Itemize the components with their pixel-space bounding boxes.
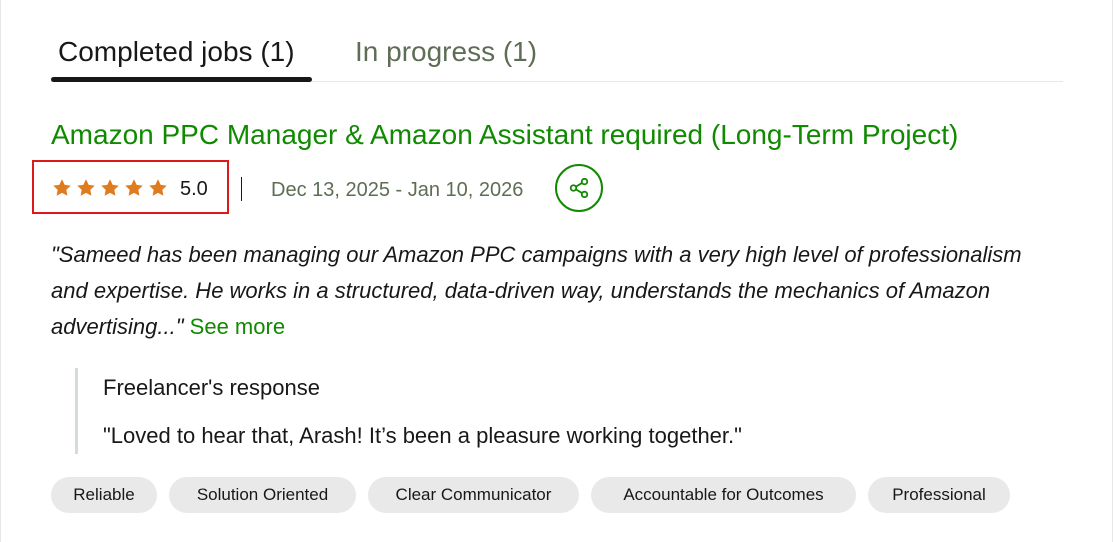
response-title: Freelancer's response xyxy=(103,375,320,400)
freelancer-response: Freelancer's response "Loved to hear tha… xyxy=(75,368,975,454)
job-title-link[interactable]: Amazon PPC Manager & Amazon Assistant re… xyxy=(51,115,958,155)
share-icon xyxy=(569,177,589,199)
job-tabs: Completed jobs (1) In progress (1) xyxy=(51,30,1063,82)
client-review: "Sameed has been managing our Amazon PPC… xyxy=(51,237,1051,345)
tab-completed-jobs[interactable]: Completed jobs (1) xyxy=(58,34,295,70)
rating-date-divider xyxy=(241,177,242,201)
response-text: "Loved to hear that, Arash! It’s been a … xyxy=(103,423,742,448)
active-tab-indicator xyxy=(51,77,312,82)
star-rating xyxy=(51,177,169,199)
skill-tag-solution-oriented[interactable]: Solution Oriented xyxy=(169,477,356,513)
skill-tag-clear-communicator[interactable]: Clear Communicator xyxy=(368,477,579,513)
share-button[interactable] xyxy=(555,164,603,212)
job-date-range: Dec 13, 2025 - Jan 10, 2026 xyxy=(271,179,524,201)
skill-tag-professional[interactable]: Professional xyxy=(868,477,1010,513)
skill-tag-accountable-for-outcomes[interactable]: Accountable for Outcomes xyxy=(591,477,856,513)
star-icon xyxy=(101,179,119,196)
job-history-panel: Completed jobs (1) In progress (1) Amazo… xyxy=(0,0,1113,542)
star-icon xyxy=(77,179,95,196)
star-icon xyxy=(149,179,167,196)
tab-in-progress[interactable]: In progress (1) xyxy=(355,34,537,70)
star-icon xyxy=(53,179,71,196)
see-more-link[interactable]: See more xyxy=(190,314,285,339)
rating-value: 5.0 xyxy=(180,178,208,200)
skill-tag-reliable[interactable]: Reliable xyxy=(51,477,157,513)
star-icon xyxy=(125,179,143,196)
